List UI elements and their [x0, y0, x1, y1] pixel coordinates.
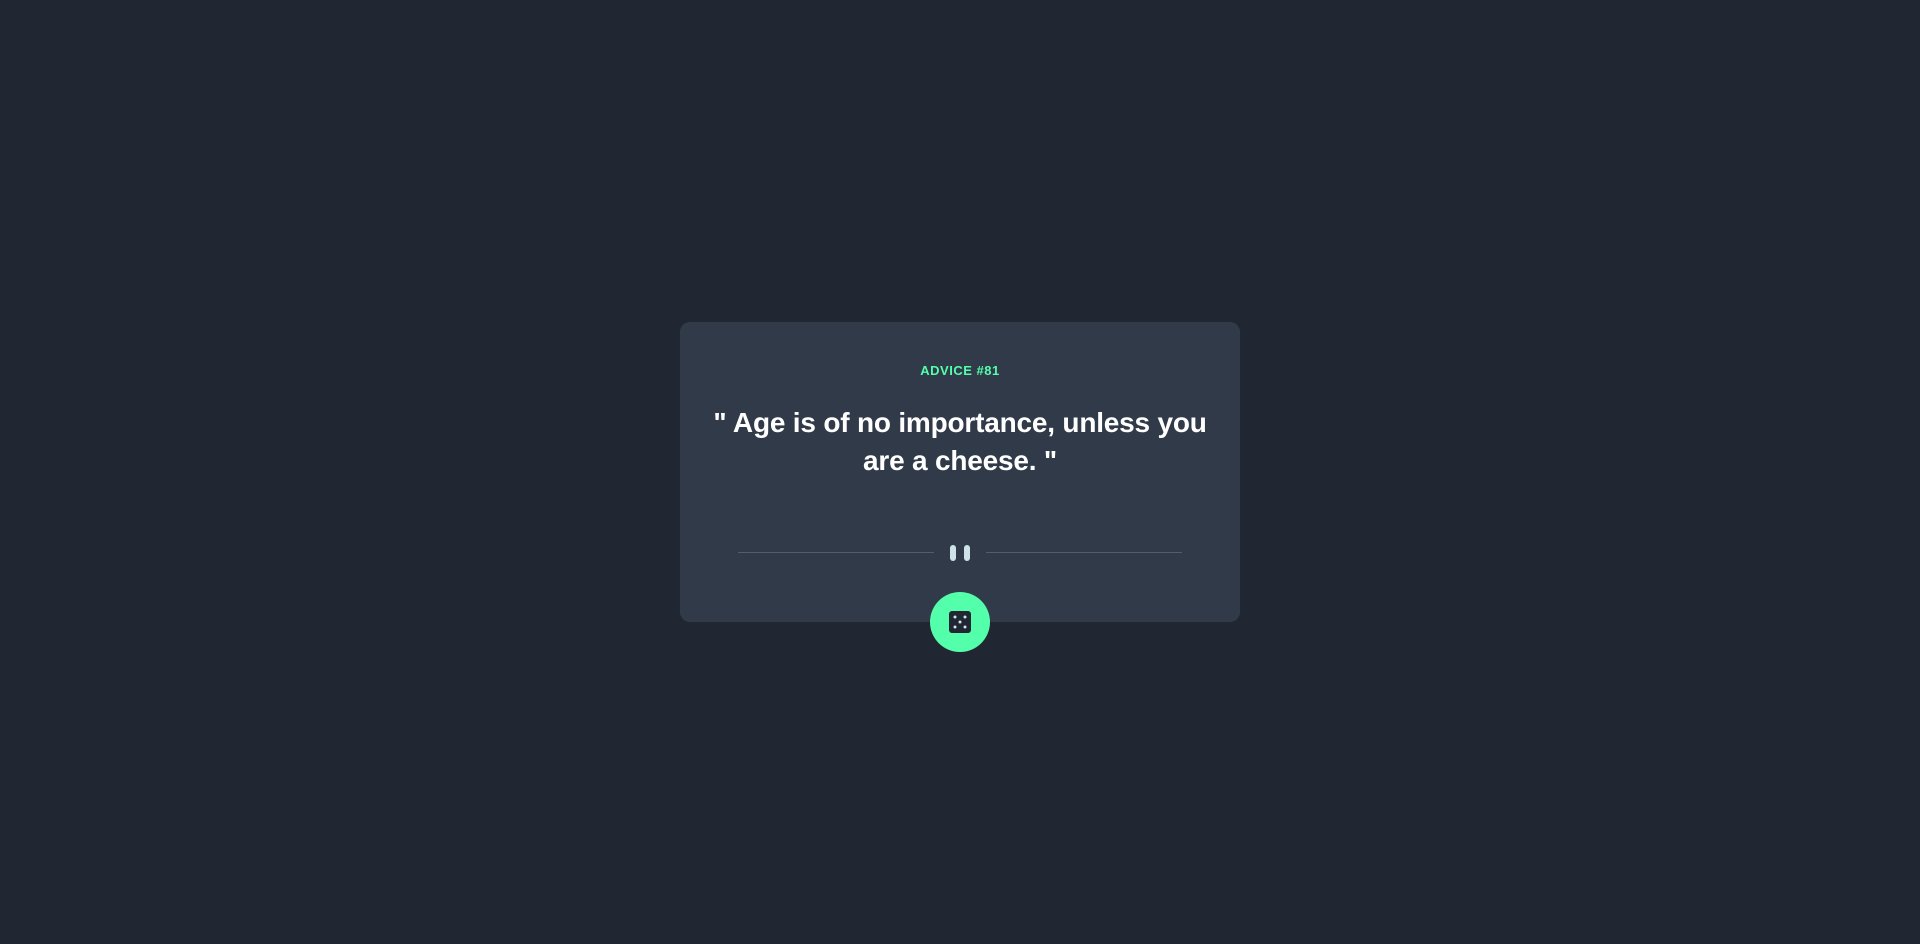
divider-line-right — [986, 552, 1182, 553]
pause-bar-left — [950, 545, 956, 561]
dice-icon — [949, 611, 971, 633]
pause-icon — [948, 543, 972, 563]
advice-quote: " Age is of no importance, unless you ar… — [713, 407, 1207, 476]
divider-line-left — [738, 552, 934, 553]
advice-card: ADVICE #81 " Age is of no importance, un… — [680, 322, 1240, 622]
advice-id: ADVICE #81 — [920, 363, 1000, 378]
divider — [738, 543, 1182, 563]
page: ADVICE #81 " Age is of no importance, un… — [0, 0, 1920, 944]
pause-bar-right — [964, 545, 970, 561]
dice-button[interactable] — [930, 592, 990, 652]
